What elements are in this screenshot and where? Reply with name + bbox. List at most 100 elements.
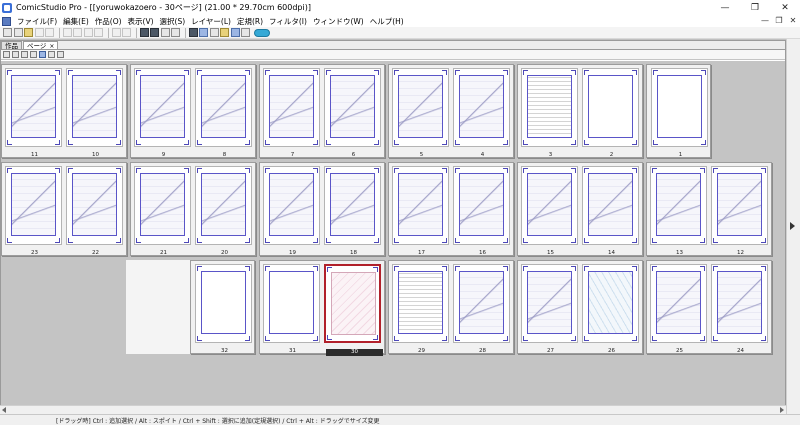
page-view-icon[interactable] — [160, 28, 170, 37]
page-thumbnail[interactable]: 9 — [134, 68, 191, 158]
page-thumbnail[interactable]: 11 — [5, 68, 62, 158]
vertical-scrollbar[interactable] — [786, 39, 800, 414]
new-icon[interactable] — [3, 28, 12, 37]
page-thumbnail[interactable]: 25 — [650, 264, 707, 354]
zoom-in-icon[interactable] — [12, 51, 19, 58]
page-thumbnail[interactable]: 1 — [651, 68, 708, 158]
menu-edit[interactable]: 編集(E) — [60, 16, 92, 27]
undo-icon[interactable] — [111, 28, 121, 37]
page-thumbnail[interactable]: 21 — [134, 166, 191, 256]
page-number: 4 — [480, 152, 485, 158]
page-spread: 32 — [517, 64, 643, 158]
doc-close-button[interactable]: ✕ — [786, 15, 800, 27]
redo-icon[interactable] — [122, 28, 131, 37]
cloud-icon[interactable] — [253, 28, 270, 37]
color-icon[interactable] — [230, 28, 240, 37]
tab-page[interactable]: ページ × — [23, 41, 59, 50]
tab-story-label: 作品 — [5, 42, 18, 50]
page-thumbnail[interactable]: 6 — [324, 68, 381, 158]
menu-view[interactable]: 表示(V) — [125, 16, 157, 27]
settings-icon[interactable] — [30, 51, 37, 58]
tool-palette-icon[interactable] — [188, 28, 198, 37]
navigator-icon[interactable] — [199, 28, 208, 37]
menu-filter[interactable]: フィルタ(I) — [266, 16, 310, 27]
page-list-icon[interactable] — [171, 28, 180, 37]
document-icon[interactable] — [2, 16, 11, 26]
crop-mark — [197, 238, 202, 243]
menu-file[interactable]: ファイル(F) — [14, 16, 60, 27]
menu-story[interactable]: 作品(O) — [92, 16, 125, 27]
print-icon[interactable] — [45, 28, 54, 37]
page-frame — [527, 75, 572, 138]
menu-help[interactable]: ヘルプ(H) — [367, 16, 407, 27]
page-thumbnail[interactable]: 32 — [195, 264, 252, 354]
page-frame — [398, 75, 443, 138]
menu-layer[interactable]: レイヤー(L) — [188, 16, 234, 27]
page-thumbnail[interactable]: 5 — [392, 68, 449, 158]
page-frame — [201, 173, 246, 236]
page-thumbnail[interactable]: 29 — [392, 264, 449, 354]
crop-mark — [761, 238, 766, 243]
page-thumbnail[interactable]: 30 — [324, 264, 383, 356]
grid-icon[interactable] — [209, 28, 219, 37]
page-thumbnail[interactable]: 12 — [711, 166, 768, 256]
menu-window[interactable]: ウィンドウ(W) — [310, 16, 367, 27]
panel-expand-icon[interactable] — [790, 222, 795, 230]
tab-close-icon[interactable]: × — [49, 43, 54, 50]
page-thumbnail[interactable]: 15 — [521, 166, 578, 256]
page-thumbnail[interactable]: 14 — [582, 166, 639, 256]
page-thumbnail[interactable]: 4 — [453, 68, 510, 158]
play-icon[interactable] — [21, 51, 28, 58]
page-thumbnail[interactable]: 2 — [582, 68, 639, 158]
crop-mark — [503, 238, 508, 243]
page-thumbnail[interactable]: 24 — [711, 264, 768, 354]
menu-select[interactable]: 選択(S) — [157, 16, 189, 27]
delete-icon[interactable] — [94, 28, 103, 37]
page-thumbnail[interactable]: 22 — [66, 166, 123, 256]
spread-view-icon[interactable] — [48, 51, 55, 58]
page-thumbnail[interactable]: 13 — [650, 166, 707, 256]
select-icon[interactable] — [39, 51, 46, 58]
single-view-icon[interactable] — [57, 51, 64, 58]
minimize-button[interactable]: — — [710, 0, 740, 15]
scroll-left-icon[interactable] — [2, 407, 6, 413]
page-spread: 17 16 — [388, 162, 514, 256]
page-number: 27 — [547, 348, 554, 354]
layer-icon[interactable] — [139, 28, 149, 37]
close-button[interactable]: ✕ — [770, 0, 800, 15]
page-thumbnail[interactable]: 17 — [392, 166, 449, 256]
paste-icon[interactable] — [83, 28, 93, 37]
material-icon[interactable] — [220, 28, 229, 37]
page-thumbnail[interactable]: 20 — [195, 166, 252, 256]
tab-story[interactable]: 作品 — [1, 41, 22, 50]
scroll-right-icon[interactable] — [780, 407, 784, 413]
maximize-button[interactable]: ❐ — [740, 0, 770, 15]
page-thumbnail[interactable]: 31 — [263, 264, 320, 354]
crop-mark — [442, 336, 447, 341]
page-thumbnail[interactable]: 7 — [263, 68, 320, 158]
layer-settings-icon[interactable] — [150, 28, 159, 37]
zoom-out-icon[interactable] — [3, 51, 10, 58]
save-icon[interactable] — [34, 28, 44, 37]
page-thumbnail[interactable]: 18 — [324, 166, 381, 256]
page-thumbnail[interactable]: 27 — [521, 264, 578, 354]
doc-restore-button[interactable]: ❐ — [772, 15, 786, 27]
horizontal-scrollbar[interactable] — [0, 405, 786, 414]
page-number: 28 — [479, 348, 486, 354]
page-thumbnail[interactable]: 26 — [582, 264, 639, 354]
page-thumbnail[interactable]: 28 — [453, 264, 510, 354]
open-icon[interactable] — [24, 28, 33, 37]
new-page-icon[interactable] — [13, 28, 23, 37]
page-thumbnail[interactable]: 3 — [521, 68, 578, 158]
doc-minimize-button[interactable]: — — [758, 15, 772, 27]
crop-mark — [68, 238, 73, 243]
page-thumbnail[interactable]: 16 — [453, 166, 510, 256]
copy-icon[interactable] — [73, 28, 82, 37]
page-thumbnail[interactable]: 8 — [195, 68, 252, 158]
page-thumbnail[interactable]: 19 — [263, 166, 320, 256]
page-thumbnail[interactable]: 10 — [66, 68, 123, 158]
window-icon[interactable] — [241, 28, 250, 37]
cut-icon[interactable] — [62, 28, 72, 37]
menu-ruler[interactable]: 定規(R) — [234, 16, 266, 27]
page-thumbnail[interactable]: 23 — [5, 166, 62, 256]
